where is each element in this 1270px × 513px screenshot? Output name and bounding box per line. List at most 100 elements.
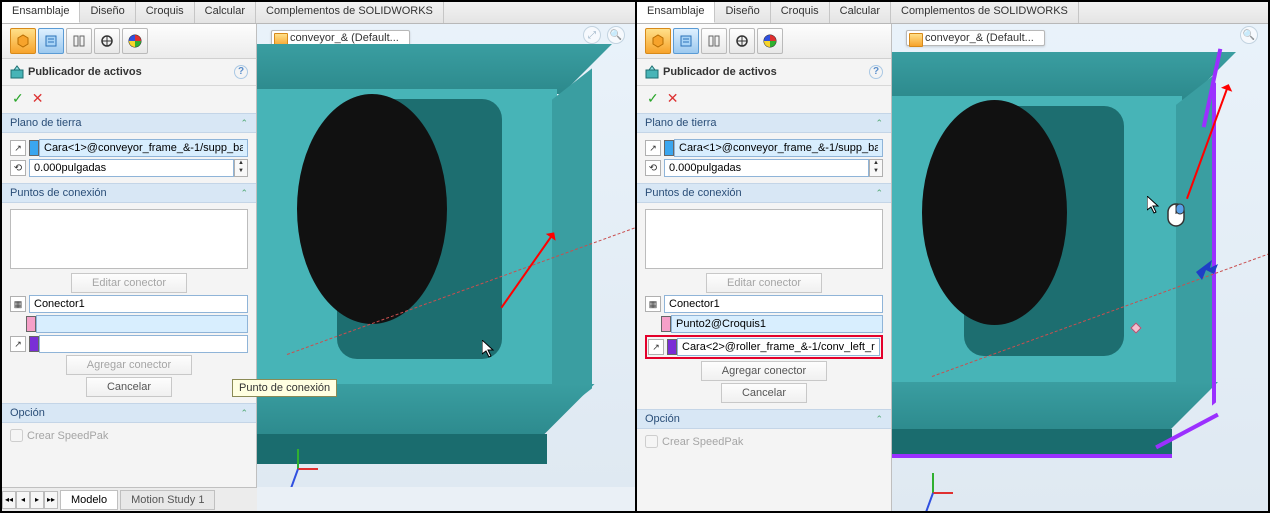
appearance-icon[interactable]: [757, 28, 783, 54]
tab-motion[interactable]: Motion Study 1: [120, 490, 215, 510]
face-color-swatch: [29, 336, 39, 352]
chevron-up-icon: ⌃: [875, 118, 883, 129]
tab-diseno[interactable]: Diseño: [715, 2, 770, 23]
panel-title: Publicador de activos: [28, 66, 142, 78]
tab-ensamblaje[interactable]: Ensamblaje: [2, 2, 80, 23]
ground-face-field[interactable]: [674, 139, 883, 157]
face-select-icon[interactable]: [10, 140, 26, 156]
panel-header: Publicador de activos ?: [2, 59, 256, 86]
speedpak-checkbox[interactable]: Crear SpeedPak: [10, 427, 248, 444]
zoom-fit-icon[interactable]: ⤢: [583, 26, 601, 44]
add-connector-button[interactable]: Agregar conector: [701, 361, 827, 381]
cancel-button[interactable]: ✕: [667, 90, 679, 107]
tab-croquis[interactable]: Croquis: [136, 2, 195, 23]
option-header[interactable]: Opción⌃: [637, 409, 891, 429]
face-color-swatch: [29, 140, 39, 156]
connection-points-header[interactable]: Puntos de conexión⌃: [637, 183, 891, 203]
tab-ensamblaje[interactable]: Ensamblaje: [637, 2, 715, 23]
view-tools[interactable]: 🔍: [1240, 26, 1258, 44]
ground-offset-field[interactable]: [29, 159, 234, 177]
drag-arrow-icon: [1192, 254, 1222, 284]
offset-spinner[interactable]: ▲▼: [234, 159, 248, 177]
connection-list[interactable]: [10, 209, 248, 269]
connector-name-icon[interactable]: [10, 296, 26, 312]
tab-complementos[interactable]: Complementos de SOLIDWORKS: [891, 2, 1079, 23]
ground-plane-header[interactable]: Plano de tierra⌃: [2, 113, 256, 133]
tooltip: Punto de conexión: [232, 379, 337, 397]
cancel-button[interactable]: ✕: [32, 90, 44, 107]
chevron-up-icon: ⌃: [240, 118, 248, 129]
tab-model[interactable]: Modelo: [60, 490, 118, 510]
viewport: conveyor_& (Default... ⤢🔍: [257, 24, 635, 487]
connector-name-field[interactable]: [29, 295, 248, 313]
zoom-icon[interactable]: 🔍: [607, 26, 625, 44]
main-tabs: Ensamblaje Diseño Croquis Calcular Compl…: [2, 2, 635, 24]
ok-button[interactable]: ✓: [12, 90, 24, 107]
connection-list[interactable]: [645, 209, 883, 269]
connection-point-field[interactable]: [671, 315, 883, 333]
asset-publisher-icon: [645, 65, 659, 79]
dimxpert-icon[interactable]: [729, 28, 755, 54]
help-icon[interactable]: ?: [869, 65, 883, 79]
mouse-cursor: [1147, 196, 1163, 216]
connection-face-field[interactable]: [677, 338, 880, 356]
property-panel: Publicador de activos ? ✓ ✕ Plano de tie…: [637, 24, 892, 511]
ok-button[interactable]: ✓: [647, 90, 659, 107]
help-icon[interactable]: ?: [234, 65, 248, 79]
face-select-icon[interactable]: [645, 140, 661, 156]
cancel-connector-button[interactable]: Cancelar: [721, 383, 807, 403]
option-header[interactable]: Opción⌃: [2, 403, 256, 423]
offset-spinner[interactable]: ▲▼: [869, 159, 883, 177]
tab-calcular[interactable]: Calcular: [195, 2, 256, 23]
face-color-swatch: [667, 339, 677, 355]
ground-face-field[interactable]: [39, 139, 248, 157]
face-select-icon[interactable]: [648, 339, 664, 355]
add-connector-button: Agregar conector: [66, 355, 192, 375]
feature-tree-icon[interactable]: [645, 28, 671, 54]
cancel-connector-button[interactable]: Cancelar: [86, 377, 172, 397]
tab-calcular[interactable]: Calcular: [830, 2, 891, 23]
connection-point-field[interactable]: [36, 315, 248, 333]
tab-croquis[interactable]: Croquis: [771, 2, 830, 23]
coordinate-triad: [912, 451, 962, 501]
tab-nav[interactable]: ◂◂◂▸▸▸: [2, 491, 58, 509]
chevron-up-icon: ⌃: [240, 408, 248, 419]
config-manager-icon[interactable]: [66, 28, 92, 54]
feature-tree-icon[interactable]: [10, 28, 36, 54]
chevron-up-icon: ⌃: [240, 188, 248, 199]
edit-connector-button: Editar conector: [71, 273, 187, 293]
property-manager-icon[interactable]: [673, 28, 699, 54]
feature-tree-tag[interactable]: conveyor_& (Default...: [906, 30, 1045, 46]
right-click-hint-icon: [1164, 200, 1188, 230]
connector-name-icon[interactable]: [645, 296, 661, 312]
connector-name-field[interactable]: [664, 295, 883, 313]
ground-plane-header[interactable]: Plano de tierra⌃: [637, 113, 891, 133]
dimxpert-icon[interactable]: [94, 28, 120, 54]
edit-connector-button: Editar conector: [706, 273, 822, 293]
face-select-icon[interactable]: [10, 336, 26, 352]
connection-points-header[interactable]: Puntos de conexión⌃: [2, 183, 256, 203]
view-tools[interactable]: ⤢🔍: [583, 26, 625, 44]
speedpak-checkbox[interactable]: Crear SpeedPak: [645, 433, 883, 450]
mouse-cursor: [482, 340, 498, 360]
tab-complementos[interactable]: Complementos de SOLIDWORKS: [256, 2, 444, 23]
panel-toolbar: [637, 24, 891, 59]
main-tabs: Ensamblaje Diseño Croquis Calcular Compl…: [637, 2, 1268, 24]
panel-header: Publicador de activos ?: [637, 59, 891, 86]
zoom-icon[interactable]: 🔍: [1240, 26, 1258, 44]
panel-title: Publicador de activos: [663, 66, 777, 78]
panel-toolbar: [2, 24, 256, 59]
property-panel: Publicador de activos ? ✓ ✕ Plano de tie…: [2, 24, 257, 511]
offset-icon[interactable]: [645, 160, 661, 176]
offset-icon[interactable]: [10, 160, 26, 176]
ground-offset-field[interactable]: [664, 159, 869, 177]
point-color-swatch: [661, 316, 671, 332]
tab-diseno[interactable]: Diseño: [80, 2, 135, 23]
connection-face-field[interactable]: [39, 335, 248, 353]
viewport: conveyor_& (Default... 🔍: [892, 24, 1268, 511]
coordinate-triad: [277, 427, 327, 477]
config-manager-icon[interactable]: [701, 28, 727, 54]
asset-publisher-icon: [10, 65, 24, 79]
appearance-icon[interactable]: [122, 28, 148, 54]
property-manager-icon[interactable]: [38, 28, 64, 54]
